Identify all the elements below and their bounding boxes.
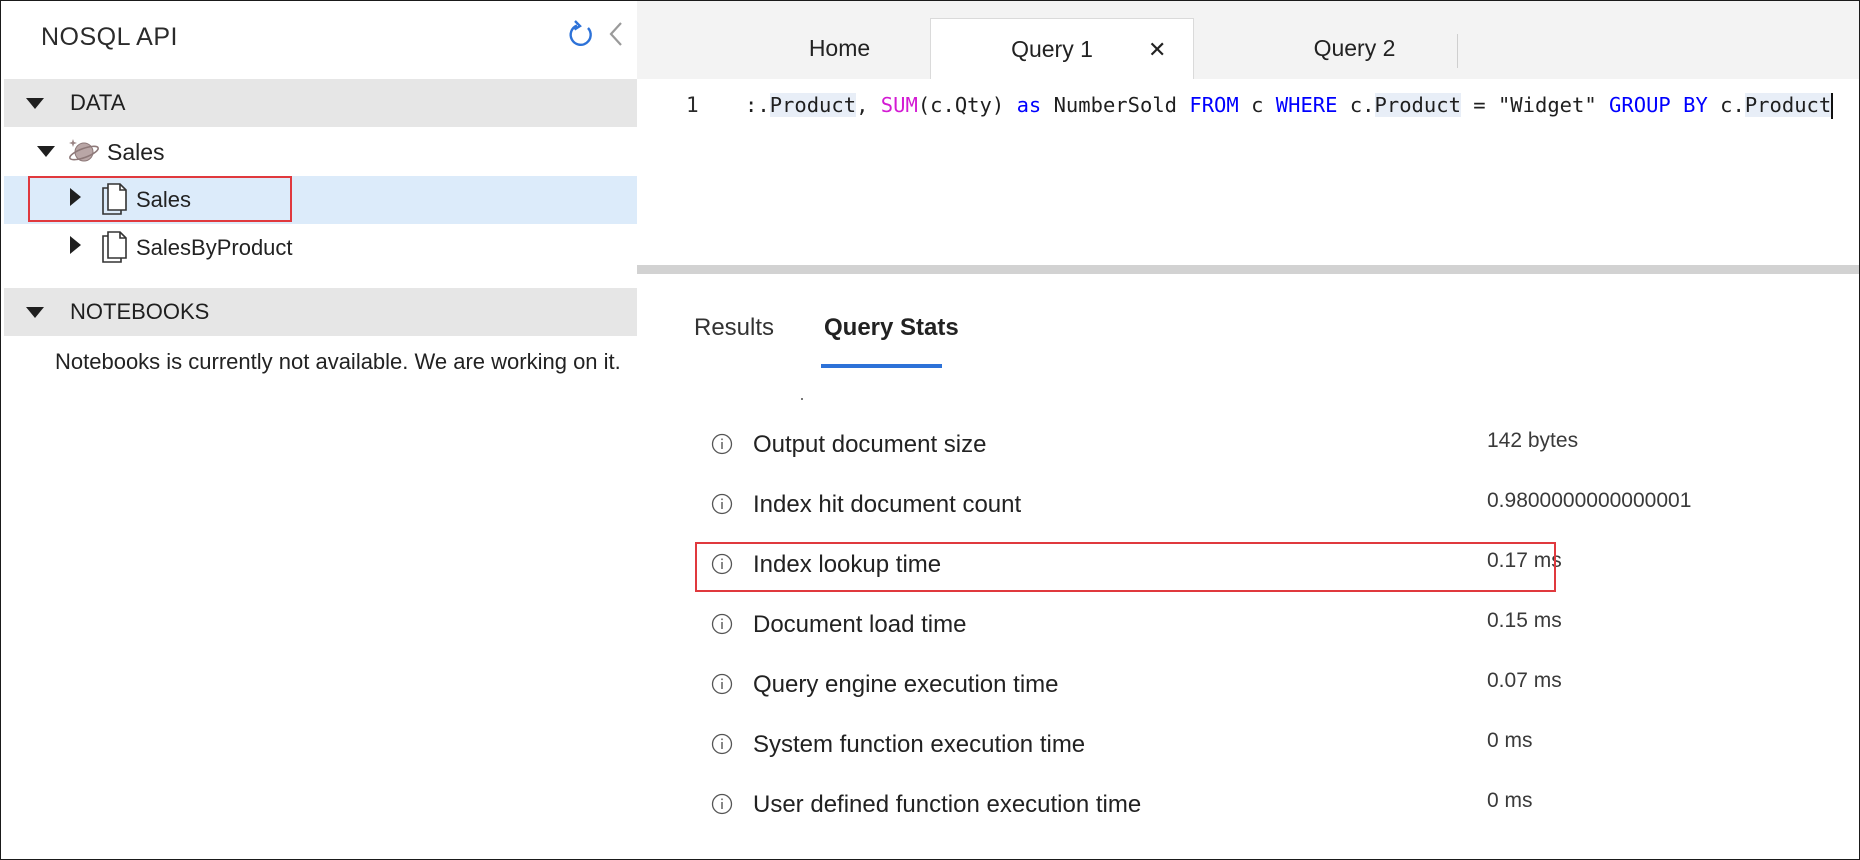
- tree-item-container-salesbyproduct[interactable]: SalesByProduct: [4, 224, 637, 272]
- tab-home[interactable]: Home: [717, 18, 962, 78]
- code-token: :.: [745, 93, 770, 117]
- query-editor[interactable]: 1 :.Product, SUM(c.Qty) as NumberSold FR…: [637, 79, 1859, 265]
- code-token: FROM: [1189, 93, 1239, 117]
- stat-label: Query engine execution time: [753, 671, 1059, 698]
- notebooks-section-header[interactable]: NOTEBOOKS: [4, 288, 637, 336]
- stat-value: 142 bytes: [1487, 429, 1579, 452]
- container-document-icon: [102, 231, 127, 263]
- notebooks-section-label: NOTEBOOKS: [70, 299, 210, 324]
- info-icon[interactable]: [711, 793, 733, 815]
- database-planet-icon: [69, 139, 99, 162]
- highlight-box: [28, 176, 292, 222]
- query-code-line[interactable]: :.Product, SUM(c.Qty) as NumberSold FROM…: [745, 93, 1834, 119]
- tab-label: Query 1: [1011, 35, 1093, 62]
- data-section-header[interactable]: DATA: [4, 79, 637, 127]
- stat-value: 0 ms: [1487, 789, 1533, 812]
- stat-label: Index hit document count: [753, 491, 1022, 518]
- code-token: "Widget": [1497, 93, 1597, 117]
- code-token: Product: [769, 93, 857, 117]
- info-icon[interactable]: [711, 733, 733, 755]
- code-token: Product: [1374, 93, 1461, 117]
- tree-item-label: SalesByProduct: [136, 235, 293, 260]
- stat-row: System function execution time 0 ms: [637, 721, 1859, 771]
- stat-value: 0.07 ms: [1487, 669, 1562, 692]
- code-token: as: [1016, 93, 1042, 117]
- chevron-left-icon[interactable]: [607, 21, 625, 47]
- info-icon[interactable]: [711, 493, 733, 515]
- data-section-label: DATA: [70, 90, 126, 115]
- stat-row: Document load time 0.15 ms: [637, 601, 1859, 651]
- collapse-triangle-icon: [26, 98, 44, 109]
- stat-value: 0.9800000000000001: [1487, 489, 1692, 512]
- info-icon[interactable]: [711, 613, 733, 635]
- stat-label: Output document size: [753, 431, 987, 458]
- line-number: 1: [686, 93, 699, 117]
- code-token: =: [1460, 93, 1498, 117]
- info-icon[interactable]: [711, 673, 733, 695]
- stat-value: 0 ms: [1487, 729, 1533, 752]
- notebooks-unavailable-message: Notebooks is currently not available. We…: [55, 349, 621, 374]
- api-title: NOSQL API: [41, 23, 178, 51]
- query-panel: Home Query 1 ✕ Query 2 1 :.Product, SUM(…: [637, 1, 1859, 858]
- resource-tree-panel: NOSQL API DATA Sales Sales SalesByProduc…: [1, 1, 637, 858]
- close-tab-icon[interactable]: ✕: [1148, 37, 1166, 63]
- code-token: c.: [1337, 93, 1375, 117]
- highlight-box: [695, 542, 1556, 592]
- code-token: Product: [1744, 93, 1832, 117]
- scroll-dot: [801, 398, 803, 400]
- collapse-triangle-icon: [26, 307, 44, 318]
- refresh-icon[interactable]: [566, 19, 596, 49]
- stat-value: 0.15 ms: [1487, 609, 1562, 632]
- stat-label: User defined function execution time: [753, 791, 1142, 818]
- stat-label: Document load time: [753, 611, 967, 638]
- code-token: (c.Qty): [917, 93, 1017, 117]
- code-token: c.: [1707, 93, 1745, 117]
- stat-row: Index hit document count 0.98000000000000…: [637, 481, 1859, 531]
- tab-separator: [1457, 34, 1458, 68]
- pane-splitter[interactable]: [637, 265, 1859, 274]
- active-tab-indicator: [821, 364, 942, 368]
- code-token: ,: [856, 93, 881, 117]
- text-cursor: [1831, 93, 1834, 119]
- stat-row: User defined function execution time 0 ms: [637, 781, 1859, 831]
- tab-query-stats[interactable]: Query Stats: [824, 314, 959, 342]
- stat-row: Query engine execution time 0.07 ms: [637, 661, 1859, 711]
- tab-results[interactable]: Results: [694, 314, 774, 342]
- tab-query-2[interactable]: Query 2: [1197, 18, 1512, 78]
- code-token: WHERE: [1275, 93, 1338, 117]
- expand-triangle-icon: [70, 236, 81, 254]
- stat-label: System function execution time: [753, 731, 1086, 758]
- tree-item-database-sales[interactable]: Sales: [4, 128, 637, 176]
- code-token: c: [1238, 93, 1276, 117]
- info-icon[interactable]: [711, 433, 733, 455]
- code-token: SUM: [880, 93, 918, 117]
- stat-row: Output document size 142 bytes: [637, 421, 1859, 471]
- code-token: GROUP BY: [1609, 93, 1708, 117]
- code-token: NumberSold: [1041, 93, 1190, 117]
- expand-triangle-icon: [37, 146, 55, 157]
- tab-bar: Home Query 1 ✕ Query 2: [637, 1, 1859, 79]
- tree-item-label: Sales: [107, 139, 165, 165]
